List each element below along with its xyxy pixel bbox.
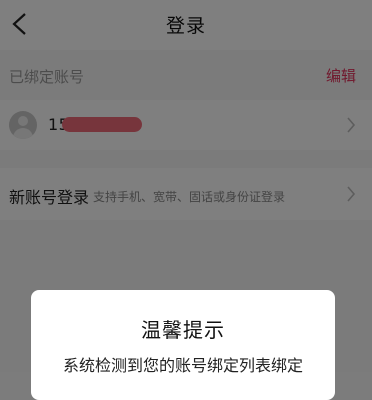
tip-dialog: 温馨提示 系统检测到您的账号绑定列表绑定: [31, 290, 335, 400]
dialog-title: 温馨提示: [141, 318, 225, 342]
dialog-message: 系统检测到您的账号绑定列表绑定: [62, 356, 303, 375]
